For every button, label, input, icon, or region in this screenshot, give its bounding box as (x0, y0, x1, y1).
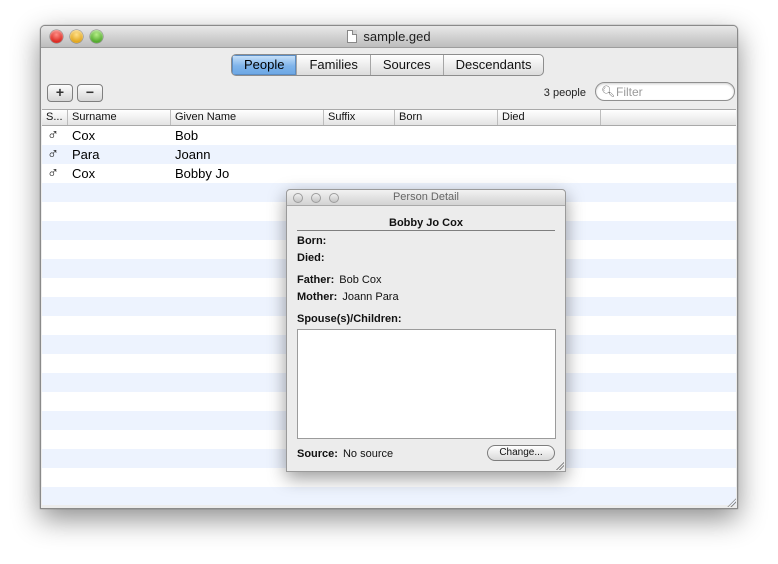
tab-people[interactable]: People (232, 55, 298, 75)
spouses-children-list[interactable] (297, 329, 556, 439)
search-icon: 🔍︎ (601, 86, 615, 98)
spouses-row: Spouse(s)/Children: (297, 313, 407, 325)
cell-given-name: Bob (175, 128, 199, 143)
male-icon: ♂ (47, 127, 59, 144)
column-filler (601, 110, 736, 125)
spouses-label: Spouse(s)/Children: (297, 313, 402, 325)
tab-descendants[interactable]: Descendants (444, 55, 544, 75)
filter-field[interactable]: 🔍︎ (595, 82, 735, 101)
add-person-button[interactable]: + (47, 84, 73, 102)
window-resize-grip[interactable] (726, 497, 736, 507)
father-row: Father: Bob Cox (297, 274, 381, 286)
change-source-button[interactable]: Change... (487, 445, 555, 461)
view-tabs: People Families Sources Descendants (231, 54, 545, 76)
male-icon: ♂ (47, 165, 59, 182)
source-row: Source: No source (297, 448, 393, 460)
column-born[interactable]: Born (395, 110, 498, 125)
father-label: Father: (297, 274, 335, 286)
mother-value: Joann Para (342, 291, 399, 303)
table-row[interactable]: ♂ Para Joann (42, 145, 736, 164)
column-surname[interactable]: Surname (68, 110, 171, 125)
cell-surname: Cox (72, 166, 96, 181)
document-icon (347, 30, 358, 43)
panel-resize-grip[interactable] (555, 461, 564, 470)
male-icon: ♂ (47, 146, 59, 163)
remove-person-button[interactable]: − (77, 84, 103, 102)
died-label: Died: (297, 252, 325, 264)
died-row: Died: (297, 252, 330, 264)
window-title-wrap: sample.ged (41, 29, 737, 44)
born-row: Born: (297, 235, 331, 247)
panel-title-bar[interactable]: Person Detail (287, 190, 565, 206)
column-sex[interactable]: S... (42, 110, 68, 125)
table-row[interactable]: ♂ Cox Bob (42, 126, 736, 145)
mother-label: Mother: (297, 291, 338, 303)
window-title: sample.ged (363, 29, 431, 44)
cell-surname: Cox (72, 128, 96, 143)
panel-title: Person Detail (392, 191, 460, 203)
column-died[interactable]: Died (498, 110, 601, 125)
column-suffix[interactable]: Suffix (324, 110, 395, 125)
born-label: Born: (297, 235, 327, 247)
cell-given-name: Bobby Jo (175, 166, 230, 181)
column-given-name[interactable]: Given Name (171, 110, 324, 125)
tab-sources[interactable]: Sources (371, 55, 444, 75)
title-bar[interactable]: sample.ged (41, 26, 737, 48)
people-count: 3 people (543, 87, 586, 99)
cell-surname: Para (72, 147, 100, 162)
source-value: No source (342, 448, 394, 460)
person-name: Bobby Jo Cox (297, 217, 555, 231)
source-label: Source: (297, 448, 338, 460)
table-header: S... Surname Given Name Suffix Born Died (42, 110, 736, 126)
father-value: Bob Cox (339, 274, 382, 286)
table-row[interactable]: ♂ Cox Bobby Jo (42, 164, 736, 183)
tab-families[interactable]: Families (297, 55, 371, 75)
cell-given-name: Joann (175, 147, 211, 162)
filter-input[interactable] (614, 84, 729, 99)
mother-row: Mother: Joann Para (297, 291, 399, 303)
person-detail-panel: Person Detail Bobby Jo Cox Born: Died: F… (286, 189, 566, 472)
